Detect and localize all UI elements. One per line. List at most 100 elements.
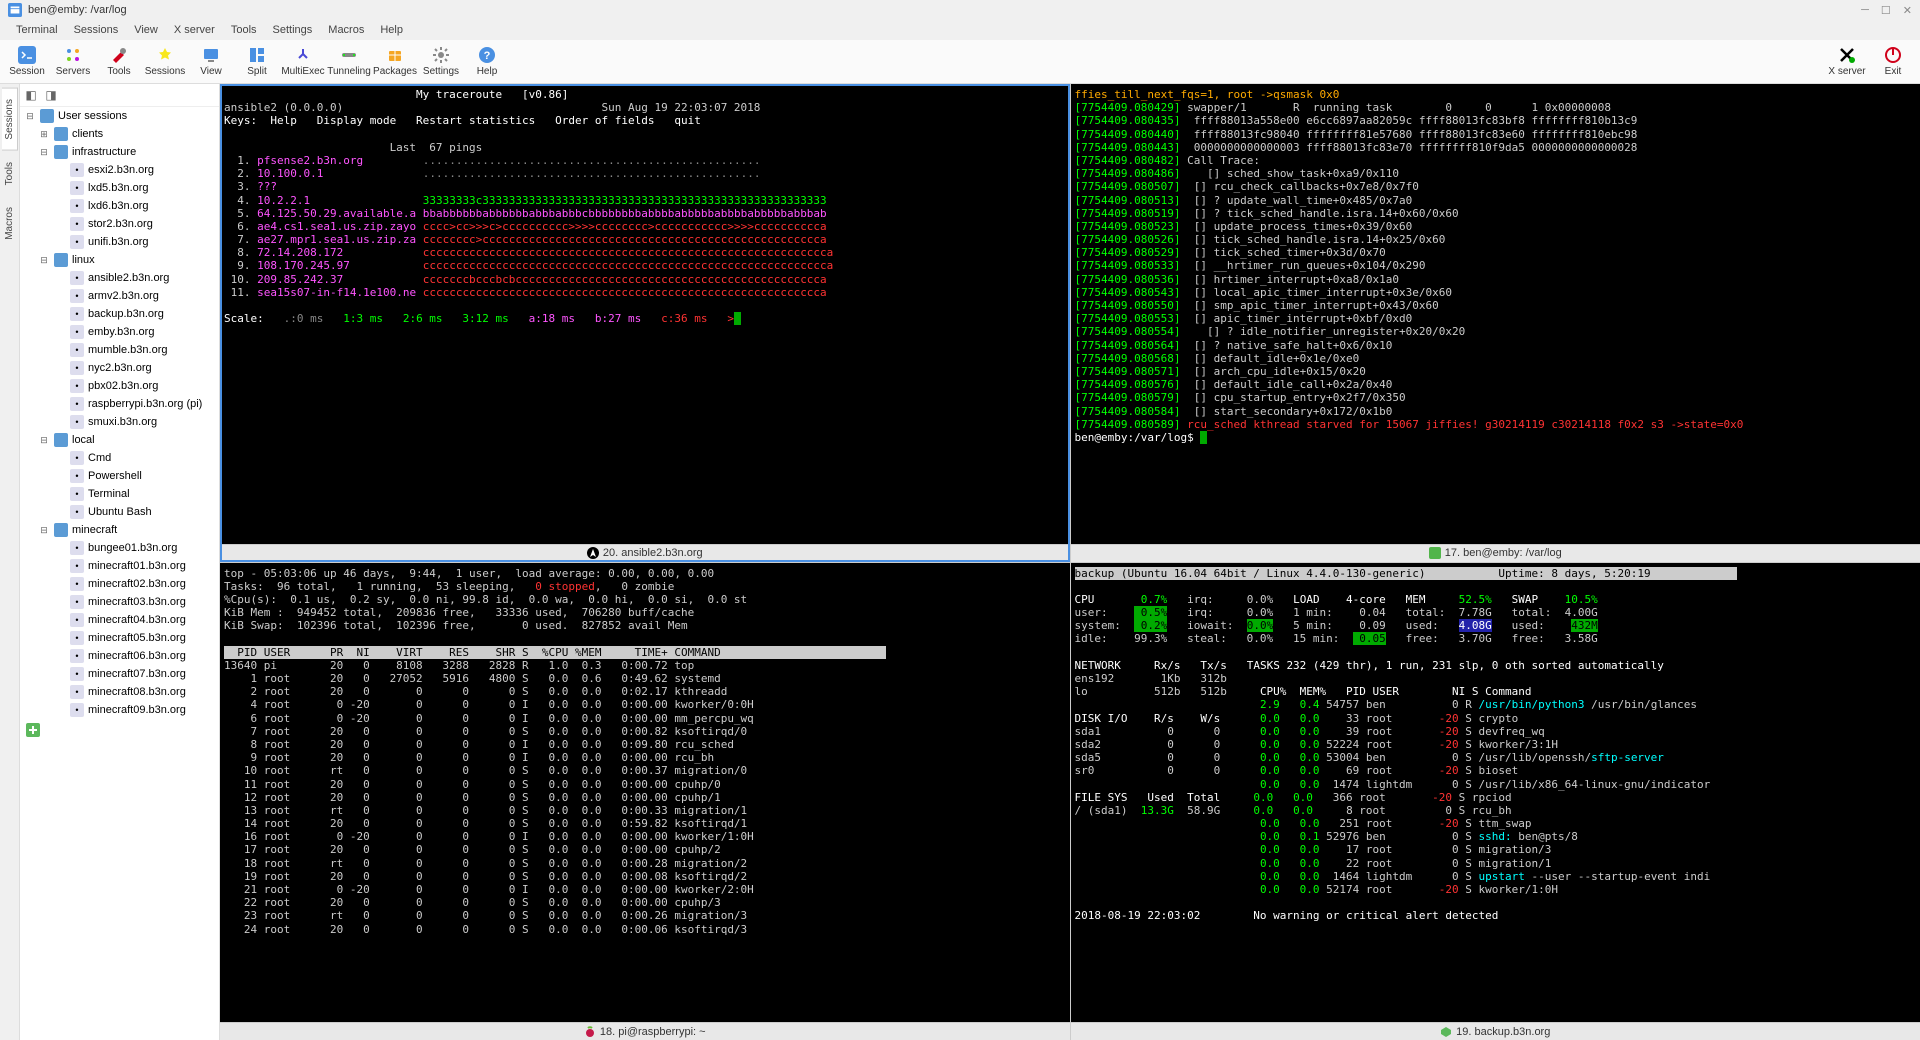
collapse-icon[interactable]: ⊟ <box>38 255 50 266</box>
tree-label: esxi2.b3n.org <box>88 164 154 176</box>
folder-icon <box>54 127 68 141</box>
tree-session-item[interactable]: •Powershell <box>20 467 219 485</box>
tree-session-item[interactable]: •armv2.b3n.org <box>20 287 219 305</box>
menu-tools[interactable]: Tools <box>223 24 265 36</box>
collapse-icon[interactable]: ⊟ <box>38 525 50 536</box>
menu-macros[interactable]: Macros <box>320 24 372 36</box>
tree-session-item[interactable]: •nyc2.b3n.org <box>20 359 219 377</box>
tree-session-item[interactable]: •bungee01.b3n.org <box>20 539 219 557</box>
tree-folder-user-sessions[interactable]: ⊟User sessions <box>20 107 219 125</box>
tree-session-item[interactable]: •minecraft03.b3n.org <box>20 593 219 611</box>
exit-icon <box>1884 46 1902 64</box>
terminal-tab-backup[interactable]: 19. backup.b3n.org <box>1071 1022 1920 1040</box>
side-tab-sessions[interactable]: Sessions <box>2 88 18 151</box>
tree-session-item[interactable]: •Cmd <box>20 449 219 467</box>
session-icon: • <box>70 361 84 375</box>
session-icon: • <box>70 595 84 609</box>
multiexec-button[interactable]: MultiExec <box>280 41 326 83</box>
maximize-button[interactable]: ☐ <box>1881 4 1891 17</box>
exit-button[interactable]: Exit <box>1870 41 1916 83</box>
expand-icon[interactable]: ⊞ <box>38 129 50 140</box>
tree-label: minecraft06.b3n.org <box>88 650 186 662</box>
sessions-button[interactable]: Sessions <box>142 41 188 83</box>
tree-expand-icon[interactable]: ◧ <box>23 87 39 103</box>
tree-session-item[interactable]: •smuxi.b3n.org <box>20 413 219 431</box>
tree-session-item[interactable]: •minecraft01.b3n.org <box>20 557 219 575</box>
view-button[interactable]: View <box>188 41 234 83</box>
split-button[interactable]: Split <box>234 41 280 83</box>
tree-session-item[interactable]: •minecraft05.b3n.org <box>20 629 219 647</box>
tree-session-item[interactable]: •mumble.b3n.org <box>20 341 219 359</box>
tree-label: lxd6.b3n.org <box>88 200 149 212</box>
tree-session-item[interactable]: •lxd5.b3n.org <box>20 179 219 197</box>
collapse-icon[interactable]: ⊟ <box>38 147 50 158</box>
side-tab-macros[interactable]: Macros <box>1 196 18 251</box>
tree-label: unifi.b3n.org <box>88 236 149 248</box>
terminal-tab-ansible2[interactable]: 20. ansible2.b3n.org <box>220 544 1070 562</box>
tree-session-item[interactable]: •emby.b3n.org <box>20 323 219 341</box>
tree-session-item[interactable]: •minecraft07.b3n.org <box>20 665 219 683</box>
tree-session-item[interactable]: •pbx02.b3n.org <box>20 377 219 395</box>
side-tab-tools[interactable]: Tools <box>1 151 18 196</box>
tree-session-item[interactable]: •minecraft02.b3n.org <box>20 575 219 593</box>
terminal-pane-ansible2[interactable]: My traceroute [v0.86] ansible2 (0.0.0.0)… <box>220 84 1070 562</box>
tree-session-item[interactable]: •Ubuntu Bash <box>20 503 219 521</box>
minimize-button[interactable]: ─ <box>1861 4 1869 17</box>
tree-folder-clients[interactable]: ⊞ clients <box>20 125 219 143</box>
settings-button[interactable]: Settings <box>418 41 464 83</box>
terminal-pane-backup[interactable]: backup (Ubuntu 16.04 64bit / Linux 4.4.0… <box>1071 563 1920 1040</box>
servers-icon <box>64 46 82 64</box>
tree-folder-minecraft[interactable]: ⊟minecraft <box>20 521 219 539</box>
tunneling-button[interactable]: Tunneling <box>326 41 372 83</box>
menu-terminal[interactable]: Terminal <box>8 24 66 36</box>
session-button[interactable]: Session <box>4 41 50 83</box>
tree-label: ansible2.b3n.org <box>88 272 169 284</box>
close-button[interactable]: ✕ <box>1903 4 1912 17</box>
tree-session-item[interactable]: •backup.b3n.org <box>20 305 219 323</box>
x-server-button[interactable]: X server <box>1824 41 1870 83</box>
side-tabs: SessionsToolsMacros <box>0 84 20 1040</box>
tree-session-item[interactable]: •stor2.b3n.org <box>20 215 219 233</box>
menu-settings[interactable]: Settings <box>265 24 321 36</box>
tunneling-icon <box>340 46 358 64</box>
ansible-icon <box>587 547 599 559</box>
collapse-icon[interactable]: ⊟ <box>24 111 36 122</box>
collapse-icon[interactable]: ⊟ <box>38 435 50 446</box>
servers-button[interactable]: Servers <box>50 41 96 83</box>
tree-session-item[interactable]: • esxi2.b3n.org <box>20 161 219 179</box>
help-icon: ? <box>478 46 496 64</box>
packages-button[interactable]: Packages <box>372 41 418 83</box>
tree-folder-infrastructure[interactable]: ⊟infrastructure <box>20 143 219 161</box>
tree-session-item[interactable]: •Terminal <box>20 485 219 503</box>
tree-session-item[interactable]: •raspberrypi.b3n.org (pi) <box>20 395 219 413</box>
menu-x-server[interactable]: X server <box>166 24 223 36</box>
tree-session-item[interactable]: •unifi.b3n.org <box>20 233 219 251</box>
xserver-icon <box>1838 46 1856 64</box>
help-button[interactable]: ?Help <box>464 41 510 83</box>
tree-folder-linux[interactable]: ⊟linux <box>20 251 219 269</box>
tree-label: clients <box>72 128 103 140</box>
session-icon: • <box>70 631 84 645</box>
new-session-icon[interactable] <box>26 723 40 737</box>
terminal-pane-raspberrypi[interactable]: top - 05:03:06 up 46 days, 9:44, 1 user,… <box>220 563 1070 1040</box>
terminal-pane-emby[interactable]: ffies_till_next_fqs=1, root ->qsmask 0x0… <box>1071 84 1920 562</box>
tree-label: mumble.b3n.org <box>88 344 168 356</box>
emby-icon <box>1429 547 1441 559</box>
terminal-tab-emby[interactable]: 17. ben@emby: /var/log <box>1071 544 1920 562</box>
session-icon: • <box>70 613 84 627</box>
tree-session-item[interactable]: •minecraft09.b3n.org <box>20 701 219 719</box>
menu-view[interactable]: View <box>126 24 166 36</box>
terminal-tab-raspberrypi[interactable]: 18. pi@raspberrypi: ~ <box>220 1022 1070 1040</box>
menu-sessions[interactable]: Sessions <box>66 24 127 36</box>
session-icon: • <box>70 163 84 177</box>
tools-icon <box>110 46 128 64</box>
tree-collapse-icon[interactable]: ◨ <box>43 87 59 103</box>
tree-session-item[interactable]: •lxd6.b3n.org <box>20 197 219 215</box>
tree-folder-local[interactable]: ⊟local <box>20 431 219 449</box>
tree-session-item[interactable]: •minecraft06.b3n.org <box>20 647 219 665</box>
tree-session-item[interactable]: •minecraft08.b3n.org <box>20 683 219 701</box>
tools-button[interactable]: Tools <box>96 41 142 83</box>
menu-help[interactable]: Help <box>372 24 411 36</box>
tree-session-item[interactable]: •minecraft04.b3n.org <box>20 611 219 629</box>
tree-session-item[interactable]: •ansible2.b3n.org <box>20 269 219 287</box>
